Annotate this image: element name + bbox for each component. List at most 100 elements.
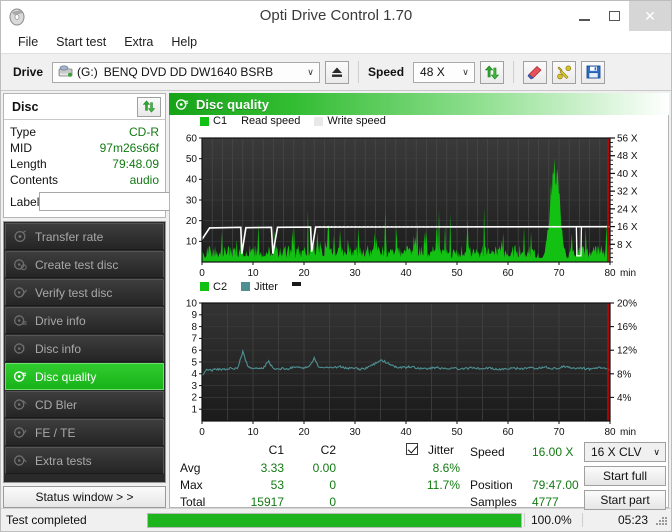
toolbar-separator-2 [513, 61, 515, 83]
disc-row-length-value: 79:48.09 [112, 157, 159, 171]
disc-label-row: Label [10, 191, 211, 212]
svg-text:10: 10 [247, 427, 259, 438]
svg-text:30: 30 [349, 427, 361, 438]
svg-text:16 X: 16 X [617, 222, 638, 233]
chevron-down-icon[interactable]: ∨ [653, 447, 660, 458]
speed-label: Speed [368, 65, 405, 79]
status-window-button[interactable]: Status window > > [3, 486, 166, 508]
nav-list: Transfer rate Create test disc Verify te… [3, 221, 166, 483]
jitter-checkbox[interactable] [406, 443, 418, 458]
drive-select[interactable]: (G:) BENQ DVD DD DW1640 BSRB ∨ [52, 61, 321, 83]
sidebar-item-label: Create test disc [35, 257, 119, 272]
stats-row-label-avg: Avg [180, 461, 201, 476]
sidebar-item-drive-info[interactable]: Drive info [5, 307, 164, 334]
drive-info-icon [12, 313, 28, 328]
elapsed-time: 05:23 [582, 513, 654, 527]
stats-max-c2: 0 [329, 478, 336, 493]
svg-text:min: min [620, 427, 636, 438]
c1-chart[interactable]: 10 20 30 40 50 60 0 10 20 30 40 50 60 70 80 min 8 X 16 X 2… [170, 128, 668, 281]
save-button[interactable] [581, 60, 606, 84]
svg-text:40: 40 [400, 268, 412, 279]
sidebar: Disc Type CD-R MID 97m26s66f Length 79:4… [3, 93, 211, 508]
clv-select[interactable]: 16 X CLV ∨ [584, 442, 666, 463]
svg-text:60: 60 [502, 268, 514, 279]
svg-text:0: 0 [199, 268, 205, 279]
save-floppy-icon [586, 65, 600, 79]
sidebar-item-disc-info[interactable]: Disc info [5, 335, 164, 362]
disc-label-input[interactable] [39, 192, 190, 211]
disc-row-contents: Contents audio [10, 172, 159, 188]
sidebar-item-label: Transfer rate [35, 229, 104, 244]
sidebar-item-cd-bler[interactable]: CD Bler [5, 391, 164, 418]
progress-percent: 100.0% [524, 513, 582, 527]
sidebar-item-fe-te[interactable]: FE / TE [5, 419, 164, 446]
charts-area: C1 Read speed Write speed 10 20 30 40 50 60 0 1… [169, 115, 669, 511]
sidebar-item-extra-tests[interactable]: Extra tests [5, 447, 164, 474]
position-stat-label: Position [470, 478, 513, 493]
svg-text:4: 4 [191, 369, 197, 380]
chevron-down-icon[interactable]: ∨ [302, 63, 319, 82]
disc-row-contents-key: Contents [10, 173, 59, 187]
disc-panel-header: Disc [4, 94, 165, 120]
svg-text:60: 60 [186, 133, 198, 144]
title-bar: Opti Drive Control 1.70 ✕ [1, 1, 671, 31]
disc-row-mid-key: MID [10, 141, 32, 155]
menu-help[interactable]: Help [162, 33, 206, 51]
legend-swatch-write-speed [314, 116, 324, 126]
resize-grip-icon[interactable] [654, 513, 668, 527]
refresh-icon [142, 100, 156, 113]
refresh-button[interactable] [480, 60, 505, 84]
svg-text:50: 50 [451, 427, 463, 438]
refresh-icon [484, 65, 500, 79]
legend-label-write-speed: Write speed [327, 115, 386, 128]
svg-text:70: 70 [553, 427, 565, 438]
progress-fill [148, 513, 521, 527]
toolbar: Drive (G:) BENQ DVD DD DW1640 BSRB ∨ Spe… [1, 54, 671, 91]
content-panel: Disc quality C1 Read speed Write speed 1… [169, 93, 669, 511]
svg-text:20: 20 [186, 216, 198, 227]
svg-text:10: 10 [186, 298, 198, 309]
disc-row-type-key: Type [10, 125, 37, 139]
sidebar-item-create-test-disc[interactable]: Create test disc [5, 251, 164, 278]
chevron-down-icon[interactable]: ∨ [457, 63, 474, 82]
svg-text:56 X: 56 X [617, 133, 638, 144]
extra-tests-icon [12, 453, 28, 468]
minimize-button[interactable] [569, 1, 599, 31]
speed-value: 48 X [420, 65, 445, 79]
menu-file[interactable]: File [9, 33, 47, 51]
cd-bler-icon [12, 397, 28, 412]
svg-text:4%: 4% [617, 393, 632, 404]
c2-jitter-chart[interactable]: 1 2 3 4 5 6 7 8 9 10 0 10 20 30 40 50 60 70 80 min 4% 8% 12% 16… [170, 293, 668, 440]
svg-text:20: 20 [298, 268, 310, 279]
start-full-button[interactable]: Start full [584, 466, 666, 487]
menu-start-test[interactable]: Start test [47, 33, 115, 51]
tools-button[interactable] [552, 60, 577, 84]
sidebar-item-disc-quality[interactable]: Disc quality [5, 363, 164, 390]
svg-text:1: 1 [191, 404, 197, 415]
eject-icon [332, 67, 343, 77]
sidebar-item-verify-test-disc[interactable]: Verify test disc [5, 279, 164, 306]
disc-refresh-button[interactable] [137, 96, 161, 117]
stats-total-c1: 15917 [250, 495, 284, 510]
svg-text:80: 80 [604, 427, 616, 438]
svg-text:10: 10 [186, 236, 198, 247]
svg-text:12%: 12% [617, 346, 637, 357]
stats-row-label-total: Total [180, 495, 206, 510]
svg-text:2: 2 [191, 393, 197, 404]
close-button[interactable]: ✕ [629, 1, 671, 31]
start-part-button[interactable]: Start part [584, 490, 666, 511]
menu-extra[interactable]: Extra [115, 33, 162, 51]
verify-test-disc-icon [12, 285, 28, 300]
sidebar-item-label: FE / TE [35, 425, 76, 440]
eject-button[interactable] [325, 60, 350, 84]
clv-value: 16 X CLV [591, 445, 642, 460]
toolbar-separator [358, 61, 360, 83]
sidebar-item-transfer-rate[interactable]: Transfer rate [5, 223, 164, 250]
erase-button[interactable] [523, 60, 548, 84]
status-bar: Test completed 100.0% 05:23 [1, 508, 671, 531]
speed-select[interactable]: 48 X ∨ [413, 61, 476, 83]
speed-stat-label: Speed [470, 445, 505, 460]
maximize-button[interactable] [599, 1, 629, 31]
svg-text:9: 9 [191, 310, 197, 321]
samples-stat-value: 4777 [532, 495, 559, 510]
